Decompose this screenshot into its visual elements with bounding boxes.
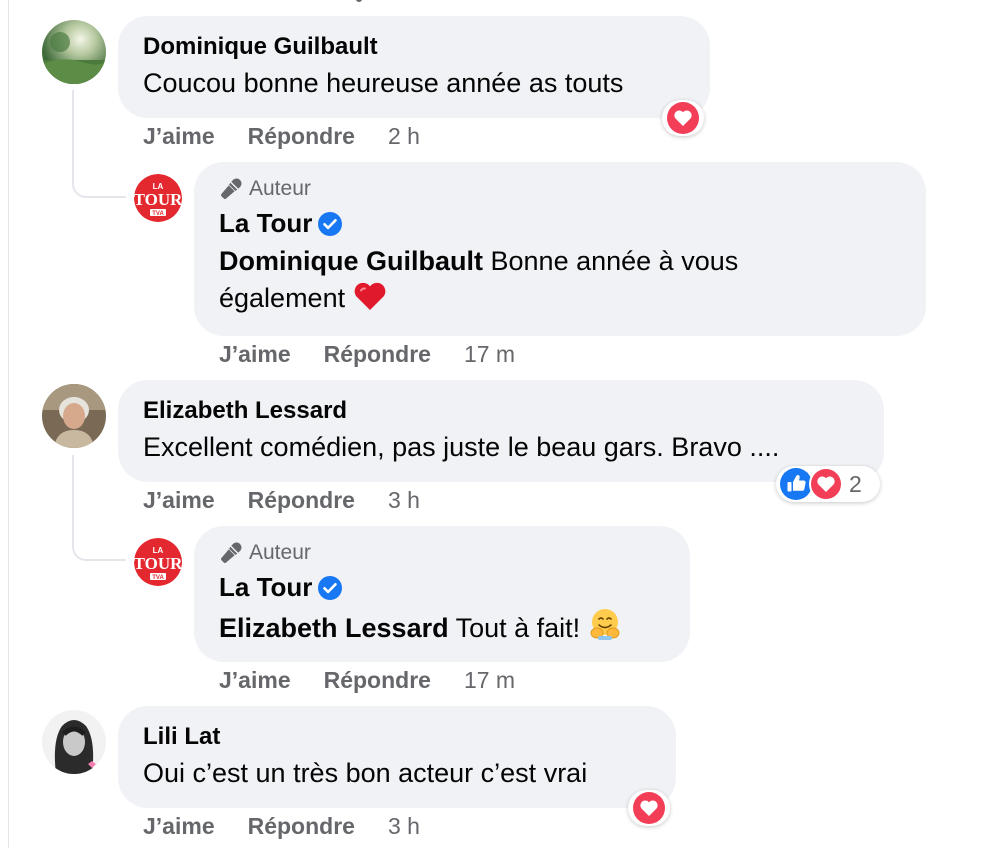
like-button[interactable]: J’aime [143, 487, 215, 514]
comment-author[interactable]: Lili Lat [143, 723, 220, 751]
hugging-face-icon [590, 609, 620, 640]
author-badge-label: Auteur [249, 177, 311, 200]
reply-text-line: Bonne année à vous [490, 246, 739, 276]
timestamp[interactable]: 17 m [464, 341, 515, 368]
avatar[interactable] [42, 384, 106, 448]
reply-button[interactable]: Répondre [324, 667, 431, 694]
reply-button[interactable]: Répondre [248, 123, 355, 150]
thread-connector [72, 455, 126, 561]
reply-button[interactable]: Répondre [324, 341, 431, 368]
comment-actions: J’aime Répondre 3 h [143, 813, 420, 840]
love-icon [809, 467, 843, 501]
reply-actions: J’aime Répondre 17 m [219, 341, 515, 368]
reaction-summary[interactable]: 2 [776, 466, 880, 502]
svg-text:TOUR: TOUR [134, 554, 182, 573]
reaction-summary[interactable] [628, 790, 670, 826]
like-button[interactable]: J’aime [143, 813, 215, 840]
red-heart-icon [354, 282, 385, 310]
author-badge: Auteur [219, 541, 311, 565]
mention[interactable]: Dominique Guilbault [219, 246, 483, 276]
reply-text-line: également [219, 283, 346, 313]
svg-text:TVA: TVA [152, 211, 164, 217]
timestamp[interactable]: 17 m [464, 667, 515, 694]
microphone-icon [221, 178, 242, 199]
reply-button[interactable]: Répondre [248, 487, 355, 514]
verified-badge-icon [318, 211, 343, 236]
author-badge-label: Auteur [249, 541, 311, 564]
like-button[interactable]: J’aime [219, 341, 291, 368]
timestamp[interactable]: 2 h [388, 123, 420, 150]
reaction-summary[interactable] [662, 100, 704, 136]
reply-text: Dominique Guilbault Bonne année à vous é… [219, 243, 899, 317]
reply-text-line: Tout à fait! [455, 613, 581, 643]
reply-author-row: La Tour [219, 208, 343, 239]
comment-author[interactable]: Dominique Guilbault [143, 33, 378, 61]
comment-actions: J’aime Répondre 3 h [143, 487, 420, 514]
verified-badge-icon [318, 575, 343, 600]
avatar[interactable] [42, 20, 106, 84]
mention[interactable]: Elizabeth Lessard [219, 613, 449, 643]
avatar[interactable] [42, 710, 106, 774]
reply-button[interactable]: Répondre [248, 813, 355, 840]
previous-content-dot [356, 0, 362, 2]
timestamp[interactable]: 3 h [388, 813, 420, 840]
reply-text: Elizabeth Lessard Tout à fait! [219, 607, 622, 647]
left-divider [8, 0, 9, 848]
reply-author[interactable]: La Tour [219, 208, 312, 239]
la-tour-avatar[interactable]: LA TOUR TVA [134, 538, 182, 586]
comment-author[interactable]: Elizabeth Lessard [143, 397, 347, 425]
thread-connector [72, 90, 126, 198]
comment-text: Coucou bonne heureuse année as touts [143, 68, 624, 98]
microphone-icon [221, 542, 242, 563]
comment-text: Oui c’est un très bon acteur c’est vrai [143, 758, 588, 788]
like-button[interactable]: J’aime [143, 123, 215, 150]
comment-actions: J’aime Répondre 2 h [143, 123, 420, 150]
author-badge: Auteur [219, 177, 311, 201]
reply-author-row: La Tour [219, 572, 343, 603]
love-icon [633, 792, 665, 824]
la-tour-avatar[interactable]: LA TOUR TVA [134, 174, 182, 222]
timestamp[interactable]: 3 h [388, 487, 420, 514]
svg-text:TOUR: TOUR [134, 190, 182, 209]
svg-text:TVA: TVA [152, 575, 164, 581]
love-icon [667, 102, 699, 134]
reply-actions: J’aime Répondre 17 m [219, 667, 515, 694]
reaction-count: 2 [849, 470, 862, 497]
like-button[interactable]: J’aime [219, 667, 291, 694]
reply-author[interactable]: La Tour [219, 572, 312, 603]
comment-text: Excellent comédien, pas juste le beau ga… [143, 432, 780, 462]
